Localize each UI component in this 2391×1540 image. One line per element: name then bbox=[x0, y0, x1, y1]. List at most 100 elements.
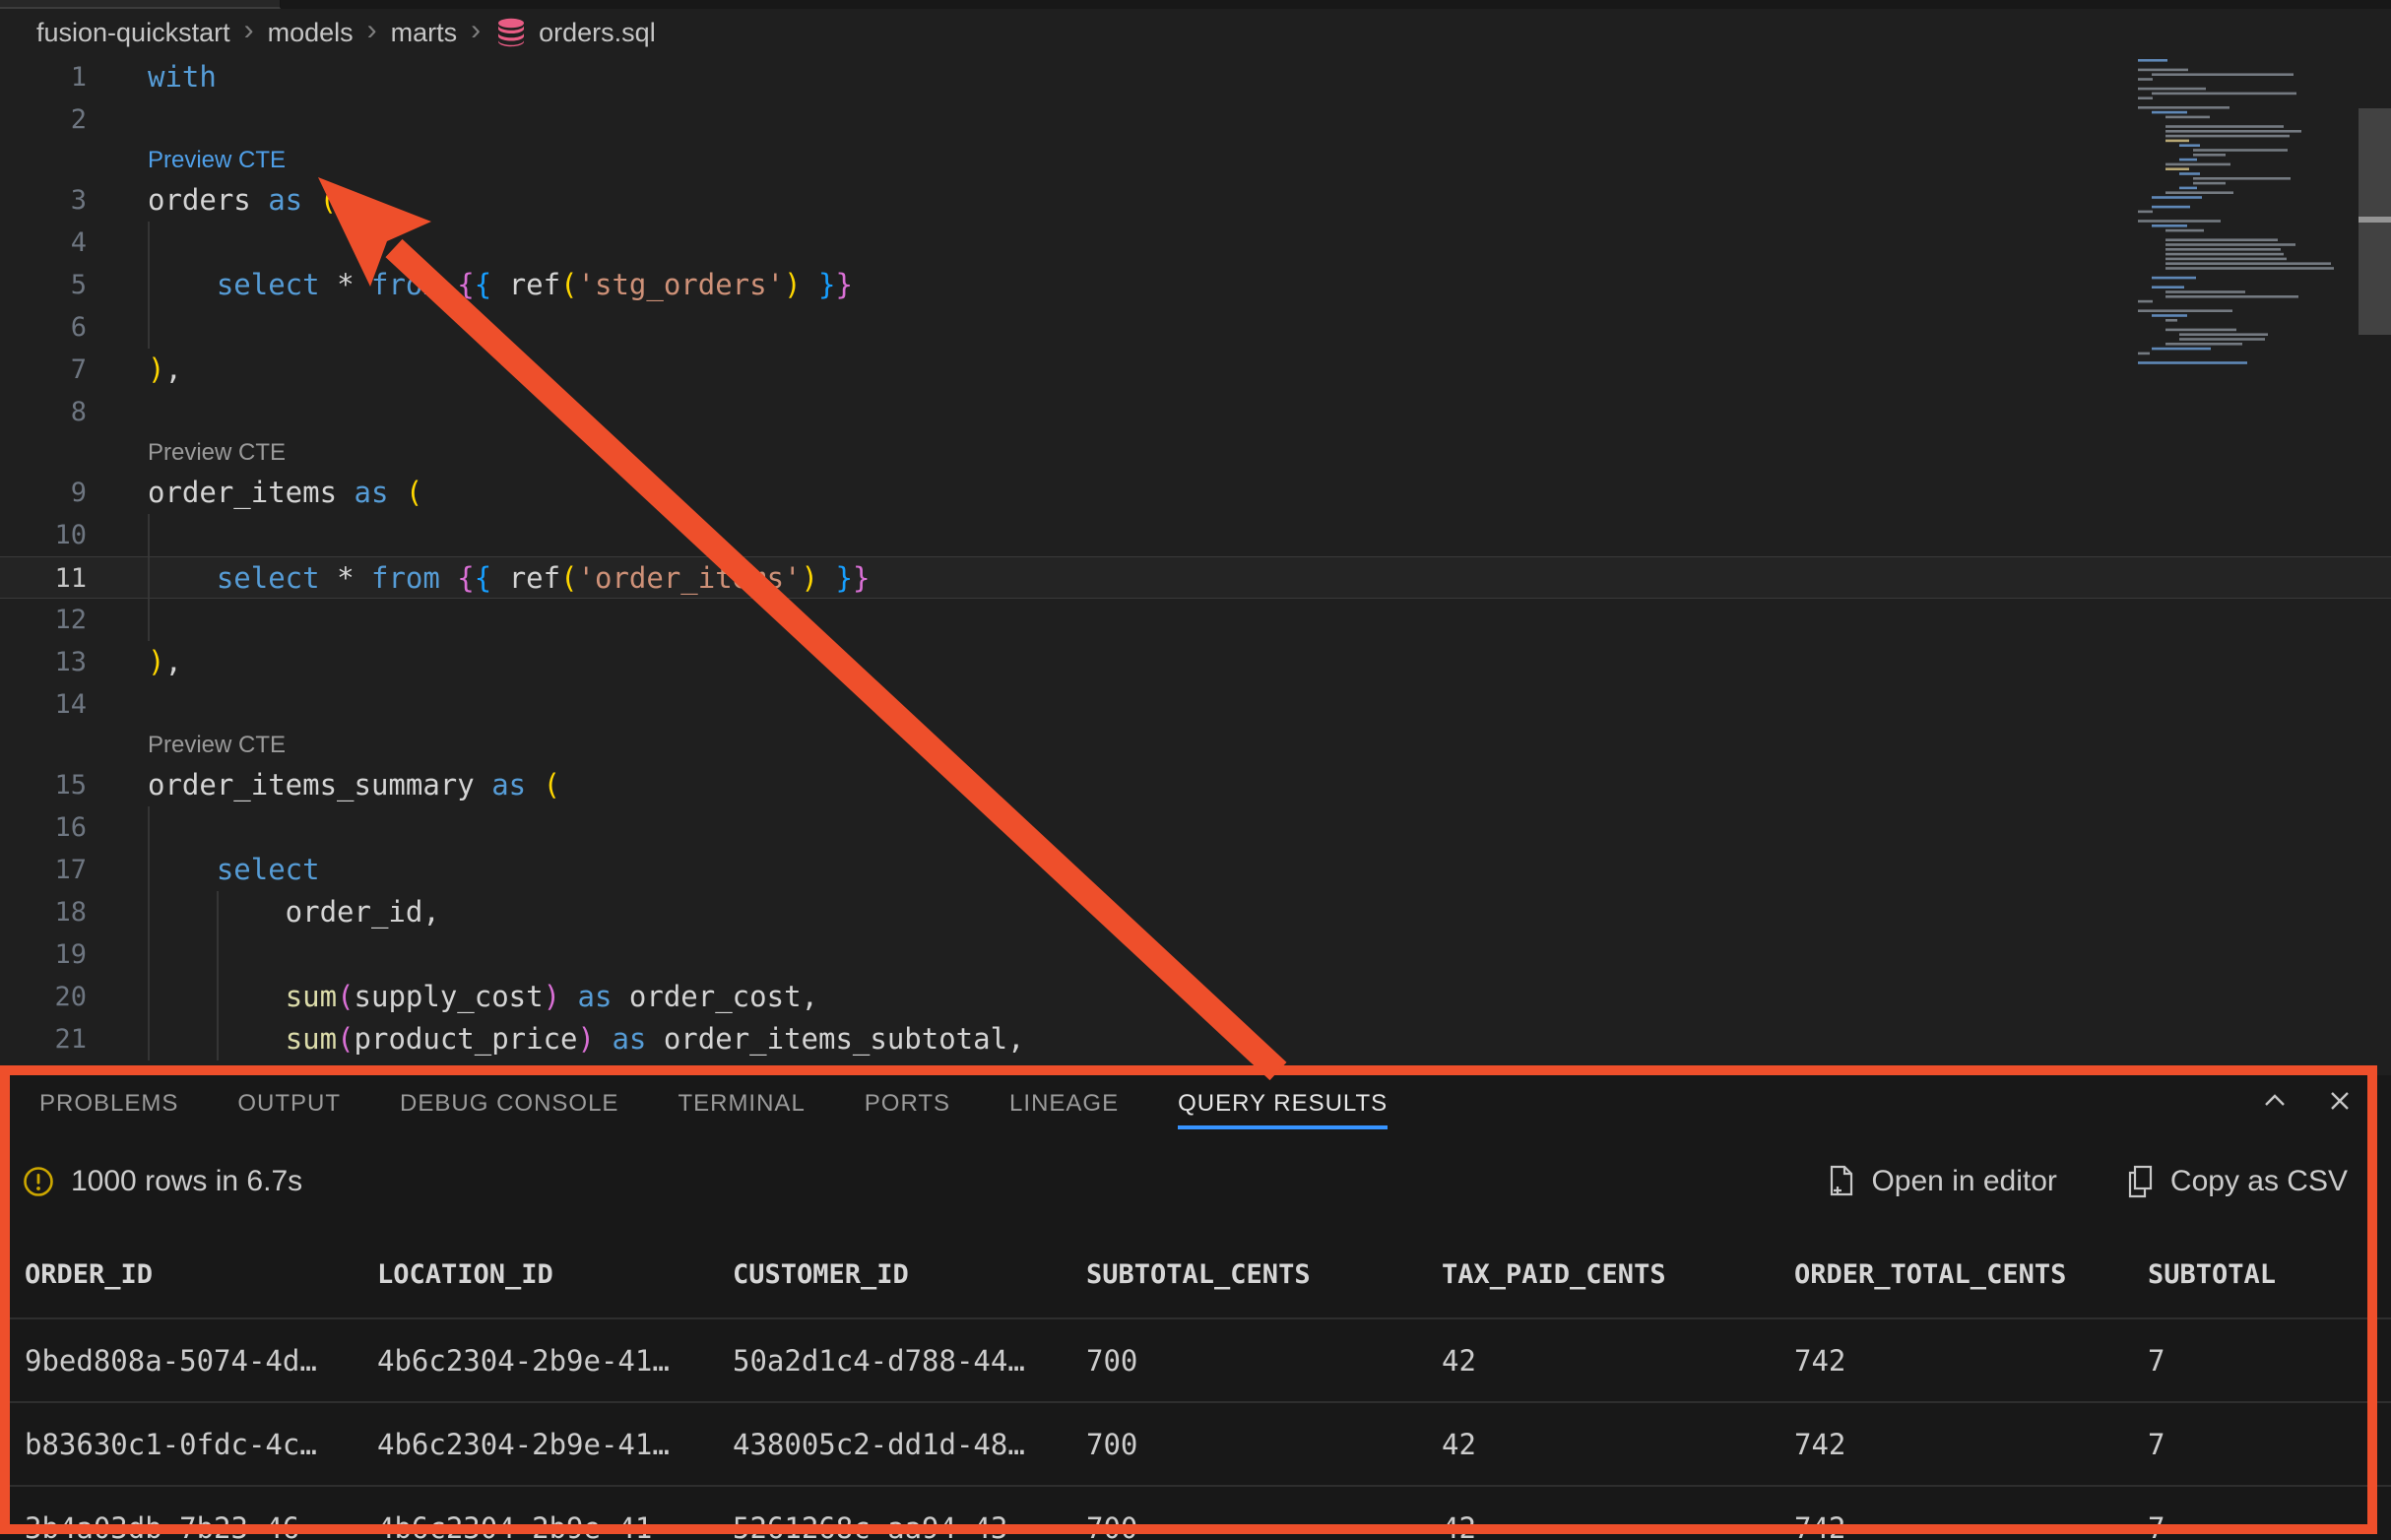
code-line[interactable]: 1with bbox=[0, 56, 2391, 98]
table-cell: 42 bbox=[1442, 1511, 1794, 1540]
panel-tab-bar: PROBLEMS OUTPUT DEBUG CONSOLE TERMINAL PORTS… bbox=[39, 1075, 1388, 1132]
code-text: sum(supply_cost) as order_cost, bbox=[148, 976, 818, 1018]
code-line[interactable]: 10 bbox=[0, 514, 2391, 556]
code-text: orders as ( bbox=[148, 179, 337, 222]
code-line[interactable]: 9order_items as ( bbox=[0, 472, 2391, 514]
code-lens-row: Preview CTE bbox=[0, 141, 2391, 179]
table-cell: 9bed808a-5074-4d… bbox=[25, 1344, 377, 1378]
indent-guide bbox=[217, 933, 219, 976]
table-row[interactable]: b83630c1-0fdc-4c…4b6c2304-2b9e-41…438005… bbox=[0, 1403, 2391, 1487]
code-line[interactable]: 4 bbox=[0, 222, 2391, 264]
code-line[interactable]: 7), bbox=[0, 349, 2391, 391]
code-line[interactable]: 6 bbox=[0, 306, 2391, 349]
minimap[interactable] bbox=[2134, 57, 2359, 382]
table-cell: 4b6c2304-2b9e-41… bbox=[377, 1344, 733, 1378]
panel-tab-debug-console[interactable]: DEBUG CONSOLE bbox=[400, 1078, 618, 1129]
code-text: order_items_summary as ( bbox=[148, 764, 560, 806]
line-number: 13 bbox=[0, 641, 87, 683]
code-text: select bbox=[148, 849, 320, 891]
table-cell: 42 bbox=[1442, 1428, 1794, 1461]
table-row[interactable]: 9bed808a-5074-4d…4b6c2304-2b9e-41…50a2d1… bbox=[0, 1319, 2391, 1403]
status-text: 1000 rows in 6.7s bbox=[71, 1165, 302, 1198]
code-text: ), bbox=[148, 349, 182, 391]
line-number: 2 bbox=[0, 98, 87, 141]
panel-tab-lineage[interactable]: LINEAGE bbox=[1009, 1078, 1119, 1129]
copy-icon bbox=[2126, 1165, 2156, 1198]
indent-guide bbox=[148, 933, 150, 976]
breadcrumb-file[interactable]: orders.sql bbox=[494, 17, 656, 48]
status-row-count: 1000 rows in 6.7s bbox=[22, 1165, 302, 1198]
breadcrumb-separator: › bbox=[367, 16, 377, 45]
code-lens-preview-cte[interactable]: Preview CTE bbox=[148, 726, 286, 764]
open-in-editor-label: Open in editor bbox=[1871, 1165, 2056, 1198]
open-in-editor-button[interactable]: Open in editor bbox=[1827, 1165, 2056, 1198]
code-line[interactable]: 2 bbox=[0, 98, 2391, 141]
table-cell: 742 bbox=[1794, 1511, 2148, 1540]
code-line[interactable]: 3 orders as ( bbox=[0, 179, 2391, 222]
code-line[interactable]: 12 bbox=[0, 599, 2391, 641]
copy-as-csv-button[interactable]: Copy as CSV bbox=[2126, 1165, 2348, 1198]
code-line-current[interactable]: 11 select * from {{ ref('order_items') }… bbox=[0, 556, 2391, 599]
close-panel-icon[interactable] bbox=[2322, 1083, 2358, 1119]
editor-scrollbar[interactable] bbox=[2359, 53, 2391, 1075]
table-cell: 7 bbox=[2148, 1344, 2391, 1378]
code-line[interactable]: 20 sum(supply_cost) as order_cost, bbox=[0, 976, 2391, 1018]
indent-guide bbox=[148, 514, 150, 556]
table-cell: 7 bbox=[2148, 1428, 2391, 1461]
active-editor-tab-edge[interactable] bbox=[0, 0, 281, 9]
code-text: ), bbox=[148, 641, 182, 683]
code-editor[interactable]: 1with2 Preview CTE 3 orders as (45 select *… bbox=[0, 53, 2391, 1075]
code-line[interactable]: 13), bbox=[0, 641, 2391, 683]
code-line[interactable]: 21 sum(product_price) as order_items_sub… bbox=[0, 1018, 2391, 1060]
breadcrumb-item[interactable]: marts bbox=[391, 18, 458, 48]
code-line[interactable]: 14 bbox=[0, 683, 2391, 726]
column-header-tax_paid_cents: TAX_PAID_CENTS bbox=[1442, 1259, 1794, 1290]
line-number: 3 bbox=[0, 179, 87, 222]
query-results-meta-row: 1000 rows in 6.7s Open in editor bbox=[0, 1132, 2391, 1231]
code-line[interactable]: 8 bbox=[0, 391, 2391, 433]
line-number: 12 bbox=[0, 599, 87, 641]
panel-tab-terminal[interactable]: TERMINAL bbox=[678, 1078, 805, 1129]
table-cell: 700 bbox=[1086, 1511, 1442, 1540]
indent-guide bbox=[148, 806, 150, 849]
table-row[interactable]: 3b4a03db-7b23-464b6c2304-2b9e-415261268c… bbox=[0, 1487, 2391, 1540]
code-line[interactable]: 15order_items_summary as ( bbox=[0, 764, 2391, 806]
bottom-panel: PROBLEMS OUTPUT DEBUG CONSOLE TERMINAL PORTS… bbox=[0, 1075, 2391, 1540]
panel-tab-output[interactable]: OUTPUT bbox=[237, 1078, 341, 1129]
table-cell: 3b4a03db-7b23-46 bbox=[25, 1511, 377, 1540]
table-cell: 4b6c2304-2b9e-41 bbox=[377, 1511, 733, 1540]
indent-guide bbox=[148, 599, 150, 641]
code-lens-row: Preview CTE bbox=[0, 433, 2391, 472]
line-number: 10 bbox=[0, 514, 87, 556]
code-line[interactable]: 17 select bbox=[0, 849, 2391, 891]
breadcrumb-item[interactable]: fusion-quickstart bbox=[36, 18, 230, 48]
code-lens-preview-cte[interactable]: Preview CTE bbox=[148, 433, 286, 472]
panel-tab-problems[interactable]: PROBLEMS bbox=[39, 1078, 178, 1129]
indent-guide bbox=[148, 222, 150, 264]
panel-tab-query-results[interactable]: QUERY RESULTS bbox=[1178, 1078, 1388, 1129]
line-number: 7 bbox=[0, 349, 87, 391]
line-number: 16 bbox=[0, 806, 87, 849]
code-text: order_id, bbox=[148, 891, 440, 933]
line-number: 1 bbox=[0, 56, 87, 98]
code-line[interactable]: 5 select * from {{ ref('stg_orders') }} bbox=[0, 264, 2391, 306]
breadcrumb-item[interactable]: models bbox=[268, 18, 354, 48]
column-header-subtotal: SUBTOTAL bbox=[2148, 1259, 2391, 1290]
column-header-subtotal_cents: SUBTOTAL_CENTS bbox=[1086, 1259, 1442, 1290]
breadcrumb: fusion-quickstart›models›marts›orders.sq… bbox=[36, 9, 656, 56]
line-number: 5 bbox=[0, 264, 87, 306]
line-number: 6 bbox=[0, 306, 87, 349]
table-cell: 42 bbox=[1442, 1344, 1794, 1378]
line-number: 11 bbox=[0, 557, 87, 600]
code-line[interactable]: 19 bbox=[0, 933, 2391, 976]
code-line[interactable]: 16 bbox=[0, 806, 2391, 849]
line-number: 14 bbox=[0, 683, 87, 726]
table-cell: 742 bbox=[1794, 1344, 2148, 1378]
maximize-panel-chevron-up-icon[interactable] bbox=[2257, 1083, 2293, 1119]
code-line[interactable]: 18 order_id, bbox=[0, 891, 2391, 933]
code-lens-preview-cte[interactable]: Preview CTE bbox=[148, 141, 286, 179]
panel-tab-ports[interactable]: PORTS bbox=[865, 1078, 950, 1129]
table-cell: 700 bbox=[1086, 1344, 1442, 1378]
code-lens-row: Preview CTE bbox=[0, 726, 2391, 764]
query-results-table: ORDER_IDLOCATION_IDCUSTOMER_IDSUBTOTAL_C… bbox=[0, 1231, 2391, 1540]
